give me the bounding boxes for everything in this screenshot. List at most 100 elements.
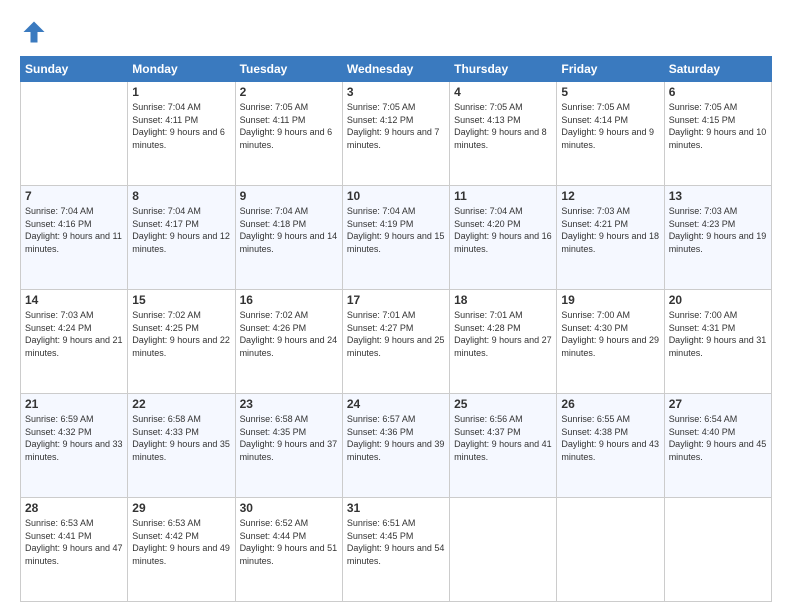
day-number: 11 [454, 189, 552, 203]
calendar-cell: 2Sunrise: 7:05 AMSunset: 4:11 PMDaylight… [235, 82, 342, 186]
calendar-cell: 25 Sunrise: 6:56 AMSunset: 4:37 PMDayligh… [450, 394, 557, 498]
day-info: Sunrise: 7:04 AMSunset: 4:18 PMDaylight:… [240, 205, 338, 255]
calendar-cell: 22 Sunrise: 6:58 AMSunset: 4:33 PMDayligh… [128, 394, 235, 498]
day-info: Sunrise: 7:01 AMSunset: 4:27 PMDaylight:… [347, 309, 445, 359]
day-info: Sunrise: 7:04 AMSunset: 4:20 PMDaylight:… [454, 205, 552, 255]
calendar-cell: 10Sunrise: 7:04 AMSunset: 4:19 PMDayligh… [342, 186, 449, 290]
calendar-cell: 1 Sunrise: 7:04 AMSunset: 4:11 PMDaylight… [128, 82, 235, 186]
logo-icon [20, 18, 48, 46]
calendar-header-row: SundayMondayTuesdayWednesdayThursdayFrid… [21, 57, 772, 82]
day-info: Sunrise: 7:03 AMSunset: 4:24 PMDaylight:… [25, 309, 123, 359]
calendar-cell: 15 Sunrise: 7:02 AMSunset: 4:25 PMDayligh… [128, 290, 235, 394]
calendar-cell [664, 498, 771, 602]
day-number: 3 [347, 85, 445, 99]
day-info: Sunrise: 7:05 AMSunset: 4:13 PMDaylight:… [454, 101, 552, 151]
day-info: Sunrise: 7:05 AMSunset: 4:15 PMDaylight:… [669, 101, 767, 151]
calendar-cell: 11 Sunrise: 7:04 AMSunset: 4:20 PMDayligh… [450, 186, 557, 290]
day-info: Sunrise: 7:05 AMSunset: 4:11 PMDaylight:… [240, 101, 338, 151]
day-number: 13 [669, 189, 767, 203]
day-number: 10 [347, 189, 445, 203]
day-number: 20 [669, 293, 767, 307]
calendar-cell: 12 Sunrise: 7:03 AMSunset: 4:21 PMDayligh… [557, 186, 664, 290]
day-number: 26 [561, 397, 659, 411]
calendar-cell: 6Sunrise: 7:05 AMSunset: 4:15 PMDaylight… [664, 82, 771, 186]
calendar-header-thursday: Thursday [450, 57, 557, 82]
day-info: Sunrise: 7:00 AMSunset: 4:31 PMDaylight:… [669, 309, 767, 359]
day-number: 9 [240, 189, 338, 203]
day-number: 22 [132, 397, 230, 411]
calendar-week-5: 28 Sunrise: 6:53 AMSunset: 4:41 PMDayligh… [21, 498, 772, 602]
calendar-week-2: 7Sunrise: 7:04 AMSunset: 4:16 PMDaylight… [21, 186, 772, 290]
calendar-cell: 19 Sunrise: 7:00 AMSunset: 4:30 PMDayligh… [557, 290, 664, 394]
calendar-cell: 29 Sunrise: 6:53 AMSunset: 4:42 PMDayligh… [128, 498, 235, 602]
day-info: Sunrise: 6:54 AMSunset: 4:40 PMDaylight:… [669, 413, 767, 463]
day-number: 7 [25, 189, 123, 203]
day-info: Sunrise: 7:04 AMSunset: 4:11 PMDaylight:… [132, 101, 230, 151]
day-info: Sunrise: 7:02 AMSunset: 4:25 PMDaylight:… [132, 309, 230, 359]
day-info: Sunrise: 7:04 AMSunset: 4:17 PMDaylight:… [132, 205, 230, 255]
day-number: 8 [132, 189, 230, 203]
day-info: Sunrise: 6:56 AMSunset: 4:37 PMDaylight:… [454, 413, 552, 463]
calendar-cell: 30Sunrise: 6:52 AMSunset: 4:44 PMDayligh… [235, 498, 342, 602]
calendar-cell: 18 Sunrise: 7:01 AMSunset: 4:28 PMDayligh… [450, 290, 557, 394]
day-info: Sunrise: 7:00 AMSunset: 4:30 PMDaylight:… [561, 309, 659, 359]
calendar-cell: 14 Sunrise: 7:03 AMSunset: 4:24 PMDayligh… [21, 290, 128, 394]
day-info: Sunrise: 6:59 AMSunset: 4:32 PMDaylight:… [25, 413, 123, 463]
day-number: 28 [25, 501, 123, 515]
day-info: Sunrise: 6:58 AMSunset: 4:33 PMDaylight:… [132, 413, 230, 463]
day-info: Sunrise: 6:55 AMSunset: 4:38 PMDaylight:… [561, 413, 659, 463]
calendar-cell: 7Sunrise: 7:04 AMSunset: 4:16 PMDaylight… [21, 186, 128, 290]
day-info: Sunrise: 6:52 AMSunset: 4:44 PMDaylight:… [240, 517, 338, 567]
calendar-cell: 28 Sunrise: 6:53 AMSunset: 4:41 PMDayligh… [21, 498, 128, 602]
day-number: 1 [132, 85, 230, 99]
calendar-cell: 21 Sunrise: 6:59 AMSunset: 4:32 PMDayligh… [21, 394, 128, 498]
calendar-cell: 13Sunrise: 7:03 AMSunset: 4:23 PMDayligh… [664, 186, 771, 290]
day-info: Sunrise: 6:53 AMSunset: 4:41 PMDaylight:… [25, 517, 123, 567]
calendar-cell [450, 498, 557, 602]
calendar-cell: 3 Sunrise: 7:05 AMSunset: 4:12 PMDaylight… [342, 82, 449, 186]
calendar-cell: 31 Sunrise: 6:51 AMSunset: 4:45 PMDayligh… [342, 498, 449, 602]
calendar-cell: 27Sunrise: 6:54 AMSunset: 4:40 PMDayligh… [664, 394, 771, 498]
day-number: 21 [25, 397, 123, 411]
day-number: 14 [25, 293, 123, 307]
day-info: Sunrise: 6:57 AMSunset: 4:36 PMDaylight:… [347, 413, 445, 463]
calendar-week-3: 14 Sunrise: 7:03 AMSunset: 4:24 PMDayligh… [21, 290, 772, 394]
day-number: 15 [132, 293, 230, 307]
calendar-header-wednesday: Wednesday [342, 57, 449, 82]
day-info: Sunrise: 6:53 AMSunset: 4:42 PMDaylight:… [132, 517, 230, 567]
calendar-cell: 16Sunrise: 7:02 AMSunset: 4:26 PMDayligh… [235, 290, 342, 394]
day-number: 25 [454, 397, 552, 411]
header [20, 18, 772, 46]
calendar-cell: 23Sunrise: 6:58 AMSunset: 4:35 PMDayligh… [235, 394, 342, 498]
calendar-cell: 17 Sunrise: 7:01 AMSunset: 4:27 PMDayligh… [342, 290, 449, 394]
day-info: Sunrise: 6:51 AMSunset: 4:45 PMDaylight:… [347, 517, 445, 567]
day-info: Sunrise: 7:03 AMSunset: 4:21 PMDaylight:… [561, 205, 659, 255]
calendar-week-1: 1 Sunrise: 7:04 AMSunset: 4:11 PMDaylight… [21, 82, 772, 186]
calendar-cell [21, 82, 128, 186]
day-number: 19 [561, 293, 659, 307]
day-info: Sunrise: 7:05 AMSunset: 4:14 PMDaylight:… [561, 101, 659, 151]
calendar: SundayMondayTuesdayWednesdayThursdayFrid… [20, 56, 772, 602]
page: SundayMondayTuesdayWednesdayThursdayFrid… [0, 0, 792, 612]
day-info: Sunrise: 6:58 AMSunset: 4:35 PMDaylight:… [240, 413, 338, 463]
day-number: 12 [561, 189, 659, 203]
day-number: 24 [347, 397, 445, 411]
day-info: Sunrise: 7:05 AMSunset: 4:12 PMDaylight:… [347, 101, 445, 151]
day-number: 4 [454, 85, 552, 99]
logo [20, 18, 52, 46]
day-number: 16 [240, 293, 338, 307]
calendar-cell: 26 Sunrise: 6:55 AMSunset: 4:38 PMDayligh… [557, 394, 664, 498]
day-number: 31 [347, 501, 445, 515]
calendar-header-tuesday: Tuesday [235, 57, 342, 82]
calendar-header-saturday: Saturday [664, 57, 771, 82]
day-number: 18 [454, 293, 552, 307]
calendar-cell: 5Sunrise: 7:05 AMSunset: 4:14 PMDaylight… [557, 82, 664, 186]
calendar-cell: 9 Sunrise: 7:04 AMSunset: 4:18 PMDaylight… [235, 186, 342, 290]
calendar-cell: 4 Sunrise: 7:05 AMSunset: 4:13 PMDaylight… [450, 82, 557, 186]
day-info: Sunrise: 7:01 AMSunset: 4:28 PMDaylight:… [454, 309, 552, 359]
calendar-cell: 8 Sunrise: 7:04 AMSunset: 4:17 PMDaylight… [128, 186, 235, 290]
calendar-week-4: 21 Sunrise: 6:59 AMSunset: 4:32 PMDayligh… [21, 394, 772, 498]
day-number: 17 [347, 293, 445, 307]
day-number: 29 [132, 501, 230, 515]
calendar-cell [557, 498, 664, 602]
